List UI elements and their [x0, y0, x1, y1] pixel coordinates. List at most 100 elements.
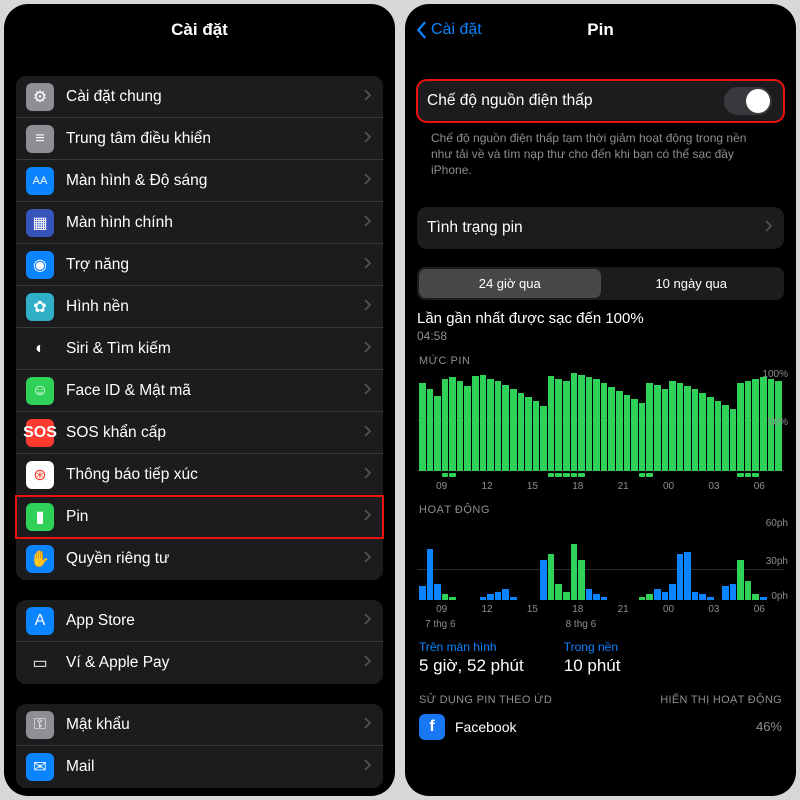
settings-label: Face ID & Mật mã: [66, 382, 363, 400]
general-icon: ⚙: [26, 83, 54, 111]
settings-label: Màn hình chính: [66, 214, 363, 232]
access-icon: ◉: [26, 251, 54, 279]
page-title: Cài đặt: [171, 20, 228, 40]
chevron-right-icon: [363, 382, 371, 400]
sos-icon: SOS: [26, 419, 54, 447]
control-icon: ≡: [26, 125, 54, 153]
show-activity-toggle[interactable]: HIỂN THỊ HOẠT ĐỘNG: [660, 694, 782, 706]
settings-row-sos[interactable]: SOS SOS khẩn cấp: [16, 412, 383, 454]
settings-row-passwords[interactable]: ⚿ Mật khẩu: [16, 704, 383, 746]
app-usage-header: SỬ DỤNG PIN THEO ỨD HIỂN THỊ HOẠT ĐỘNG: [417, 686, 784, 708]
settings-row-battery[interactable]: ▮ Pin: [16, 496, 383, 538]
settings-row-control[interactable]: ≡Trung tâm điều khiển: [16, 118, 383, 160]
activity-heading: HOẠT ĐỘNG: [419, 504, 782, 516]
settings-label: Mật khẩu: [66, 716, 363, 734]
settings-label: Quyền riêng tư: [66, 550, 363, 568]
low-power-row[interactable]: Chế độ nguồn điện thấp: [417, 80, 784, 122]
chevron-right-icon: [363, 298, 371, 316]
settings-label: SOS khẩn cấp: [66, 424, 363, 442]
battery-health-label: Tình trạng pin: [427, 219, 764, 237]
display-icon: AA: [26, 167, 54, 195]
settings-row-privacy[interactable]: ✋ Quyền riêng tư: [16, 538, 383, 580]
faceid-icon: ☺: [26, 377, 54, 405]
background-usage: Trong nền 10 phút: [564, 640, 621, 676]
battery-health-row[interactable]: Tình trạng pin: [417, 207, 784, 249]
settings-label: Màn hình & Độ sáng: [66, 172, 363, 190]
chevron-right-icon: [363, 508, 371, 526]
segment-24h[interactable]: 24 giờ qua: [419, 269, 601, 298]
chevron-right-icon: [363, 88, 371, 106]
settings-label: App Store: [66, 612, 363, 630]
battery-content[interactable]: Chế độ nguồn điện thấp Chế độ nguồn điện…: [405, 56, 796, 796]
settings-row-general[interactable]: ⚙ Cài đặt chung: [16, 76, 383, 118]
last-charged-label: Lần gần nhất được sạc đến 100%: [417, 310, 784, 327]
last-charged-time: 04:58: [417, 329, 784, 343]
chevron-right-icon: [363, 214, 371, 232]
battery-icon: ▮: [26, 503, 54, 531]
home-icon: ▦: [26, 209, 54, 237]
settings-row-wallpaper[interactable]: ✿Hình nền: [16, 286, 383, 328]
chevron-right-icon: [363, 612, 371, 630]
chevron-right-icon: [764, 219, 772, 237]
day-labels: 7 thg 6 8 thg 6: [417, 615, 784, 630]
charging-indicators: [417, 471, 784, 477]
settings-row-home[interactable]: ▦ Màn hình chính: [16, 202, 383, 244]
time-range-segmented[interactable]: 24 giờ qua 10 ngày qua: [417, 267, 784, 300]
battery-chart: 100%50%: [417, 371, 784, 477]
settings-label: Pin: [66, 508, 363, 526]
header: Cài đặt: [4, 4, 395, 56]
chevron-right-icon: [363, 424, 371, 442]
settings-row-display[interactable]: AA Màn hình & Độ sáng: [16, 160, 383, 202]
settings-list[interactable]: ⚙ Cài đặt chung ≡Trung tâm điều khiển AA Màn…: [4, 56, 395, 796]
activity-xaxis: 0912151821000306: [417, 600, 784, 615]
low-power-label: Chế độ nguồn điện thấp: [427, 92, 724, 110]
mail-icon: ✉: [26, 753, 54, 781]
passwords-icon: ⚿: [26, 711, 54, 739]
battery-level-heading: MỨC PIN: [419, 355, 782, 367]
chevron-right-icon: [363, 716, 371, 734]
settings-group: ⚿ Mật khẩu ✉ Mail: [16, 704, 383, 788]
settings-group: ⚙ Cài đặt chung ≡Trung tâm điều khiển AA Màn…: [16, 76, 383, 580]
appstore-icon: A: [26, 607, 54, 635]
low-power-group: Chế độ nguồn điện thấp: [417, 80, 784, 122]
facebook-icon: f: [419, 714, 445, 740]
settings-group: A App Store ▭ Ví & Apple Pay: [16, 600, 383, 684]
on-screen-usage: Trên màn hình 5 giờ, 52 phút: [419, 640, 524, 676]
settings-label: Cài đặt chung: [66, 88, 363, 106]
settings-row-faceid[interactable]: ☺ Face ID & Mật mã: [16, 370, 383, 412]
chevron-right-icon: [363, 654, 371, 672]
settings-label: Thông báo tiếp xúc: [66, 466, 363, 484]
battery-health-group: Tình trạng pin: [417, 207, 784, 249]
settings-screen: Cài đặt ⚙ Cài đặt chung ≡Trung tâm điều kh…: [4, 4, 395, 796]
wallet-icon: ▭: [26, 649, 54, 677]
settings-row-siri[interactable]: ◐Siri & Tìm kiếm: [16, 328, 383, 370]
settings-label: Mail: [66, 758, 363, 776]
settings-row-mail[interactable]: ✉ Mail: [16, 746, 383, 788]
settings-row-exposure[interactable]: ⊛Thông báo tiếp xúc: [16, 454, 383, 496]
chevron-right-icon: [363, 172, 371, 190]
battery-screen: Cài đặt Pin Chế độ nguồn điện thấp Chế đ…: [405, 4, 796, 796]
siri-icon: ◐: [26, 335, 54, 363]
chevron-right-icon: [363, 758, 371, 776]
chevron-right-icon: [363, 256, 371, 274]
app-row-facebook[interactable]: f Facebook 46%: [417, 708, 784, 746]
low-power-footnote: Chế độ nguồn điện thấp tạm thời giảm hoạ…: [417, 122, 784, 187]
settings-row-access[interactable]: ◉ Trợ năng: [16, 244, 383, 286]
back-button[interactable]: Cài đặt: [415, 4, 482, 56]
low-power-toggle[interactable]: [724, 87, 772, 115]
battery-xaxis: 0912151821000306: [417, 477, 784, 492]
chevron-right-icon: [363, 466, 371, 484]
settings-row-appstore[interactable]: A App Store: [16, 600, 383, 642]
settings-label: Ví & Apple Pay: [66, 654, 363, 672]
segment-10d[interactable]: 10 ngày qua: [601, 269, 783, 298]
app-name: Facebook: [455, 719, 756, 735]
settings-label: Trợ năng: [66, 256, 363, 274]
page-title: Pin: [587, 20, 613, 40]
app-percent: 46%: [756, 719, 782, 734]
usage-summary: Trên màn hình 5 giờ, 52 phút Trong nền 1…: [417, 630, 784, 686]
chevron-right-icon: [363, 130, 371, 148]
chevron-left-icon: [415, 21, 427, 39]
settings-row-wallet[interactable]: ▭ Ví & Apple Pay: [16, 642, 383, 684]
privacy-icon: ✋: [26, 545, 54, 573]
settings-label: Hình nền: [66, 298, 363, 316]
